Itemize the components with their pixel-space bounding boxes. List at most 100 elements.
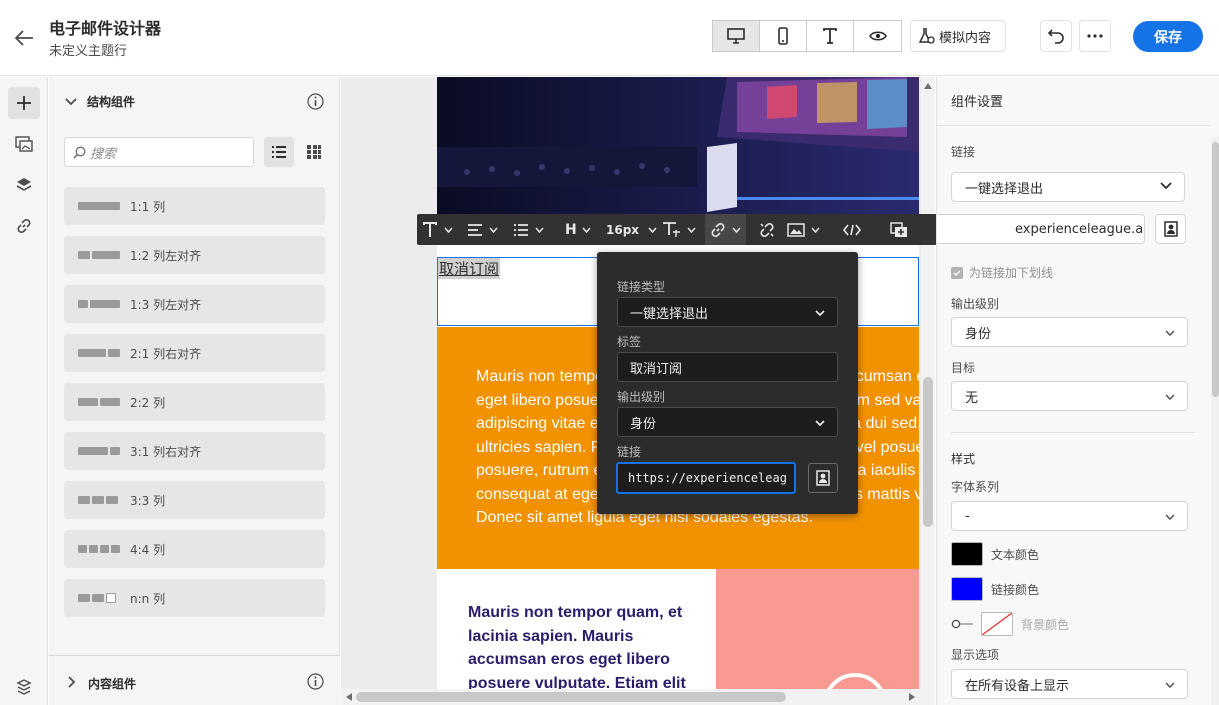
chevron-down-icon bbox=[732, 227, 741, 233]
content-section-title: 内容组件 bbox=[88, 677, 137, 691]
component-label: 4:4 列 bbox=[130, 542, 166, 557]
scroll-thumb[interactable] bbox=[356, 692, 786, 702]
link-color-row[interactable]: 链接颜色 bbox=[951, 577, 1039, 601]
link-icon bbox=[17, 219, 31, 233]
link-type-select[interactable]: 一键选择退出 bbox=[617, 297, 838, 327]
image-dropdown[interactable] bbox=[787, 214, 820, 245]
hero-image[interactable] bbox=[437, 77, 919, 237]
link-type-select[interactable]: 一键选择退出 bbox=[951, 172, 1185, 202]
link-url-input[interactable]: https://experienceleag bbox=[616, 462, 796, 494]
undo-button[interactable] bbox=[1040, 20, 1072, 52]
duplicate-button[interactable] bbox=[890, 214, 908, 245]
output-level-select[interactable]: 身份 bbox=[951, 317, 1188, 347]
help-button[interactable] bbox=[8, 671, 40, 703]
assets-button[interactable] bbox=[8, 128, 40, 160]
personalization-picker-button[interactable] bbox=[1155, 214, 1186, 244]
component-label: 3:1 列右对齐 bbox=[130, 444, 202, 459]
duplicate-icon bbox=[890, 221, 907, 237]
text-format-icon bbox=[663, 221, 680, 237]
list-icon bbox=[272, 146, 286, 158]
code-button[interactable] bbox=[843, 214, 861, 245]
heading-dropdown[interactable]: H bbox=[565, 214, 591, 245]
personalization-picker-button[interactable] bbox=[808, 463, 838, 493]
component-n-n[interactable]: n:n 列 bbox=[64, 579, 325, 617]
info-icon[interactable] bbox=[307, 93, 324, 110]
component-1-1[interactable]: 1:1 列 bbox=[64, 187, 325, 225]
more-icon bbox=[1087, 34, 1103, 38]
underline-checkbox[interactable]: 为链接加下划线 bbox=[951, 264, 1053, 281]
bg-color-row[interactable]: 背景颜色 bbox=[951, 612, 1069, 636]
left-column-text[interactable]: Mauris non tempor quam, et lacinia sapie… bbox=[437, 569, 716, 705]
text-color-row[interactable]: 文本颜色 bbox=[951, 542, 1039, 566]
display-options-select[interactable]: 在所有设备上显示 bbox=[951, 669, 1188, 699]
add-components-button[interactable] bbox=[8, 87, 40, 119]
chevron-down-icon bbox=[1160, 182, 1172, 190]
section-title: 结构组件 bbox=[87, 95, 136, 109]
text-format-dropdown[interactable] bbox=[663, 214, 696, 245]
grid-view-button[interactable] bbox=[299, 137, 329, 167]
text-view-button[interactable] bbox=[807, 21, 854, 51]
settings-title: 组件设置 bbox=[951, 95, 1004, 110]
component-label: 2:1 列右对齐 bbox=[130, 346, 202, 361]
content-components-header[interactable]: 内容组件 bbox=[49, 655, 340, 705]
output-level-select[interactable]: 身份 bbox=[617, 407, 838, 437]
component-2-2[interactable]: 2:2 列 bbox=[64, 383, 325, 421]
layout-1-1-icon bbox=[78, 202, 130, 210]
tag-value: 取消订阅 bbox=[630, 361, 683, 377]
desktop-view-button[interactable] bbox=[713, 21, 760, 51]
scroll-left-icon bbox=[346, 693, 352, 701]
unlink-button[interactable] bbox=[759, 214, 775, 245]
target-select[interactable]: 无 bbox=[951, 381, 1188, 411]
bg-color-none-swatch[interactable] bbox=[981, 612, 1013, 636]
mobile-view-button[interactable] bbox=[760, 21, 807, 51]
links-button[interactable] bbox=[8, 210, 40, 242]
chevron-right-icon bbox=[68, 676, 76, 688]
list-dropdown[interactable] bbox=[513, 214, 544, 245]
save-button[interactable]: 保存 bbox=[1133, 21, 1203, 52]
output-level-value: 身份 bbox=[965, 326, 992, 342]
simulate-content-button[interactable]: 模拟内容 bbox=[910, 20, 1006, 52]
canvas-horizontal-scrollbar[interactable] bbox=[341, 689, 921, 705]
chevron-down-icon bbox=[489, 227, 498, 233]
component-1-2[interactable]: 1:2 列左对齐 bbox=[64, 236, 325, 274]
text-style-dropdown[interactable] bbox=[422, 214, 453, 245]
layers-button[interactable] bbox=[8, 169, 40, 201]
component-3-1[interactable]: 3:1 列右对齐 bbox=[64, 432, 325, 470]
component-2-1[interactable]: 2:1 列右对齐 bbox=[64, 334, 325, 372]
align-dropdown[interactable] bbox=[467, 214, 498, 245]
link-dropdown[interactable] bbox=[705, 214, 746, 245]
tag-label: 标签 bbox=[617, 335, 642, 349]
text-color-swatch[interactable] bbox=[951, 542, 983, 566]
structure-section-header[interactable]: 结构组件 bbox=[65, 93, 135, 110]
component-4-4[interactable]: 4:4 列 bbox=[64, 530, 325, 568]
unlink-icon bbox=[760, 222, 774, 237]
font-family-select[interactable]: - bbox=[951, 501, 1188, 531]
scroll-thumb[interactable] bbox=[923, 377, 933, 527]
subject-line[interactable]: 未定义主题行 bbox=[49, 40, 127, 59]
chevron-down-icon bbox=[1165, 514, 1175, 520]
preview-button[interactable] bbox=[854, 21, 901, 51]
link-color-swatch[interactable] bbox=[951, 577, 983, 601]
list-view-button[interactable] bbox=[264, 137, 294, 167]
output-level-label: 输出级别 bbox=[951, 297, 1000, 311]
component-3-3[interactable]: 3:3 列 bbox=[64, 481, 325, 519]
code-icon bbox=[843, 224, 861, 235]
link-url-input[interactable]: experienceleague.adobe.c bbox=[937, 214, 1145, 244]
simulate-label: 模拟内容 bbox=[939, 30, 992, 46]
layout-1-2-icon bbox=[78, 251, 130, 259]
component-1-3[interactable]: 1:3 列左对齐 bbox=[64, 285, 325, 323]
right-column-image[interactable] bbox=[716, 569, 919, 705]
back-arrow-icon[interactable] bbox=[10, 24, 38, 52]
mobile-icon bbox=[778, 27, 788, 45]
settings-scrollbar[interactable] bbox=[1211, 137, 1219, 705]
font-size-dropdown[interactable]: 16px bbox=[606, 214, 657, 245]
link-type-value: 一键选择退出 bbox=[965, 181, 1044, 197]
search-input[interactable]: 搜索 bbox=[64, 137, 254, 167]
component-settings-panel: 组件设置 链接 一键选择退出 experienceleague.adobe.c … bbox=[936, 77, 1219, 705]
scroll-thumb[interactable] bbox=[1212, 142, 1219, 397]
canvas-vertical-scrollbar[interactable] bbox=[921, 77, 935, 705]
target-value: 无 bbox=[965, 390, 979, 406]
more-button[interactable] bbox=[1079, 20, 1111, 52]
unsubscribe-link[interactable]: 取消订阅 bbox=[438, 258, 501, 279]
tag-input[interactable]: 取消订阅 bbox=[617, 352, 838, 382]
